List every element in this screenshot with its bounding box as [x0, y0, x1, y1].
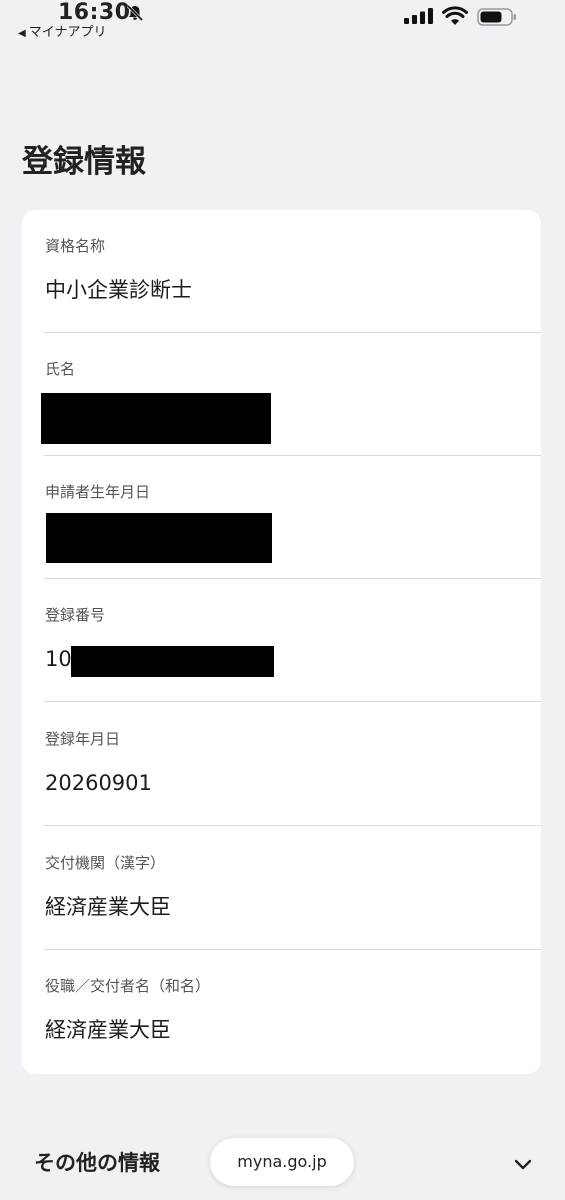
- redaction-block: [46, 513, 272, 563]
- url-bar[interactable]: myna.go.jp: [210, 1138, 354, 1186]
- field-label: 申請者生年月日: [45, 483, 151, 501]
- field-issuing-authority: 交付機関（漢字） 経済産業大臣: [22, 827, 541, 950]
- field-value: 経済産業大臣: [45, 895, 171, 919]
- back-app-label: マイナアプリ: [28, 25, 107, 40]
- field-value: 10: [45, 647, 72, 671]
- chevron-down-icon[interactable]: [510, 1152, 536, 1176]
- field-label: 資格名称: [45, 237, 106, 255]
- page-title: 登録情報: [22, 144, 146, 180]
- divider: [44, 701, 541, 702]
- battery-icon: [477, 8, 516, 26]
- field-issuer-title-name: 役職／交付者名（和名） 経済産業大臣: [22, 950, 541, 1073]
- field-value: 20260901: [45, 771, 152, 795]
- field-label: 役職／交付者名（和名）: [45, 977, 211, 995]
- status-time: 16:30: [58, 0, 131, 25]
- divider: [44, 825, 541, 826]
- field-label: 交付機関（漢字）: [45, 854, 166, 872]
- field-full-name: 氏名: [22, 333, 541, 456]
- redaction-block: [71, 646, 274, 677]
- redaction-block: [41, 393, 271, 444]
- field-label: 登録年月日: [45, 730, 121, 748]
- field-registration-number: 登録番号 10: [22, 579, 541, 702]
- field-value: 経済産業大臣: [45, 1018, 171, 1042]
- field-value: 中小企業診断士: [45, 278, 192, 302]
- field-label: 氏名: [45, 360, 76, 378]
- field-birth-date: 申請者生年月日: [22, 456, 541, 579]
- field-qualification-name: 資格名称 中小企業診断士: [22, 210, 541, 333]
- cellular-signal-icon: [404, 8, 433, 24]
- other-info-toggle[interactable]: その他の情報: [34, 1148, 160, 1178]
- back-triangle-icon: ◀: [18, 28, 26, 39]
- bell-muted-icon: [126, 4, 144, 22]
- field-registration-date: 登録年月日 20260901: [22, 703, 541, 826]
- wifi-icon: [442, 6, 468, 25]
- status-bar: 16:30 ◀ マイナアプリ: [0, 0, 565, 44]
- back-to-app-link[interactable]: ◀ マイナアプリ: [18, 25, 106, 42]
- registration-info-card: 資格名称 中小企業診断士 氏名 申請者生年月日 登録番号 10 登録年月日 20…: [22, 210, 541, 1074]
- field-label: 登録番号: [45, 606, 106, 624]
